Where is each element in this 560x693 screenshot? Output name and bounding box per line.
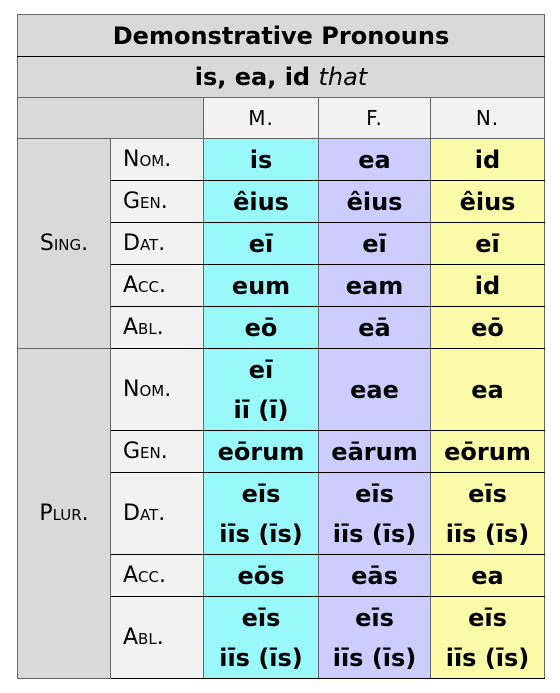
pronoun-form: eōrum	[444, 437, 531, 466]
pronoun-form: ea	[471, 561, 504, 590]
form-cell-masculine: eīs iīs (īs)	[203, 472, 319, 555]
form-cell-masculine: eō	[203, 306, 319, 349]
form-cell-neuter: id	[430, 138, 545, 181]
form-cell-neuter: eī	[430, 222, 545, 265]
header-corner	[17, 97, 204, 139]
form-cell-masculine: eōs	[203, 554, 319, 597]
form-cell-feminine: ea	[318, 138, 431, 181]
pronoun-form: eī	[248, 355, 274, 384]
form-cell-feminine: eī	[318, 222, 431, 265]
form-cell-neuter: ea	[430, 348, 545, 431]
pronoun-form: ea	[471, 375, 504, 404]
plur-row-nom: Plur. Nom. eī iī (ī) eae ea	[17, 348, 545, 679]
subtitle-forms: is, ea, id	[194, 63, 311, 91]
pronoun-form: eae	[350, 375, 399, 404]
pronoun-form: iīs (īs)	[219, 643, 303, 672]
pronoun-form: eō	[244, 313, 278, 342]
gender-header-feminine: F.	[318, 97, 431, 139]
form-cell-neuter: id	[430, 264, 545, 307]
form-cell-masculine: eī	[203, 222, 319, 265]
form-cell-feminine: eam	[318, 264, 431, 307]
form-cell-neuter: eōrum	[430, 430, 545, 473]
form-cell-neuter: ea	[430, 554, 545, 597]
pronoun-form: iīs (īs)	[332, 519, 417, 548]
gender-header-masculine: M.	[203, 97, 319, 139]
pronoun-form: iīs (īs)	[445, 519, 530, 548]
gender-header-neuter: N.	[430, 97, 545, 139]
form-cell-neuter: eīs iīs (īs)	[430, 596, 545, 679]
pronoun-form: eōs	[237, 561, 285, 590]
pronoun-form: eīs	[468, 603, 507, 632]
pronoun-form: eīs	[355, 479, 394, 508]
table-subtitle: is, ea, id that	[17, 56, 545, 98]
pronoun-form: eārum	[331, 437, 418, 466]
pronoun-form: id	[474, 145, 501, 174]
sing-row-nom: Sing. Nom. is ea id	[17, 138, 545, 349]
form-cell-masculine: êius	[203, 180, 319, 223]
pronoun-form: is	[249, 145, 273, 174]
form-cell-masculine: is	[203, 138, 319, 181]
pronoun-form: eīs	[468, 479, 507, 508]
pronoun-form: iī (ī)	[233, 395, 289, 424]
pronoun-form: êius	[459, 187, 516, 216]
pronoun-form: eī	[475, 229, 500, 258]
pronoun-form: eās	[351, 561, 398, 590]
form-cell-neuter: eō	[430, 306, 545, 349]
case-label: Abl.	[110, 306, 204, 349]
pronoun-form: êius	[346, 187, 403, 216]
case-label: Acc.	[110, 554, 204, 597]
case-label: Abl.	[110, 596, 204, 679]
form-cell-feminine: êius	[318, 180, 431, 223]
pronoun-form: êius	[233, 187, 289, 216]
case-label: Dat.	[110, 222, 204, 265]
case-label: Gen.	[110, 430, 204, 473]
pronoun-form: iīs (īs)	[445, 643, 530, 672]
pronoun-form: ea	[358, 145, 391, 174]
form-cell-feminine: eās	[318, 554, 431, 597]
form-cell-masculine: eīs iīs (īs)	[203, 596, 319, 679]
case-label: Dat.	[110, 472, 204, 555]
form-cell-neuter: eīs iīs (īs)	[430, 472, 545, 555]
pronoun-form: eī	[362, 229, 387, 258]
form-cell-feminine: eīs iīs (īs)	[318, 596, 431, 679]
pronoun-form: eī	[248, 229, 274, 258]
pronoun-form: iīs (īs)	[332, 643, 417, 672]
form-cell-feminine: eae	[318, 348, 431, 431]
form-cell-feminine: eīs iīs (īs)	[318, 472, 431, 555]
pronoun-form: eā	[358, 313, 391, 342]
case-label: Nom.	[110, 138, 204, 181]
pronoun-form: eīs	[241, 603, 281, 632]
subtitle-gloss: that	[318, 63, 368, 91]
pronoun-form: id	[474, 271, 501, 300]
pronoun-form: eīs	[241, 479, 281, 508]
pronoun-form: eōrum	[217, 437, 305, 466]
demonstrative-pronouns-table: Demonstrative Pronouns is, ea, id that M…	[17, 14, 545, 679]
form-cell-masculine: eum	[203, 264, 319, 307]
pronoun-form: iīs (īs)	[219, 519, 303, 548]
pronoun-form: eō	[471, 313, 504, 342]
form-cell-masculine: eī iī (ī)	[203, 348, 319, 431]
form-cell-masculine: eōrum	[203, 430, 319, 473]
number-label-singular: Sing.	[17, 138, 111, 349]
number-label-plural: Plur.	[17, 348, 111, 679]
case-label: Nom.	[110, 348, 204, 431]
form-cell-feminine: eārum	[318, 430, 431, 473]
pronoun-form: eum	[231, 271, 291, 300]
form-cell-neuter: êius	[430, 180, 545, 223]
case-label: Gen.	[110, 180, 204, 223]
form-cell-feminine: eā	[318, 306, 431, 349]
case-label: Acc.	[110, 264, 204, 307]
pronoun-form: eīs	[355, 603, 394, 632]
table-title: Demonstrative Pronouns	[17, 14, 545, 57]
pronoun-form: eam	[345, 271, 404, 300]
